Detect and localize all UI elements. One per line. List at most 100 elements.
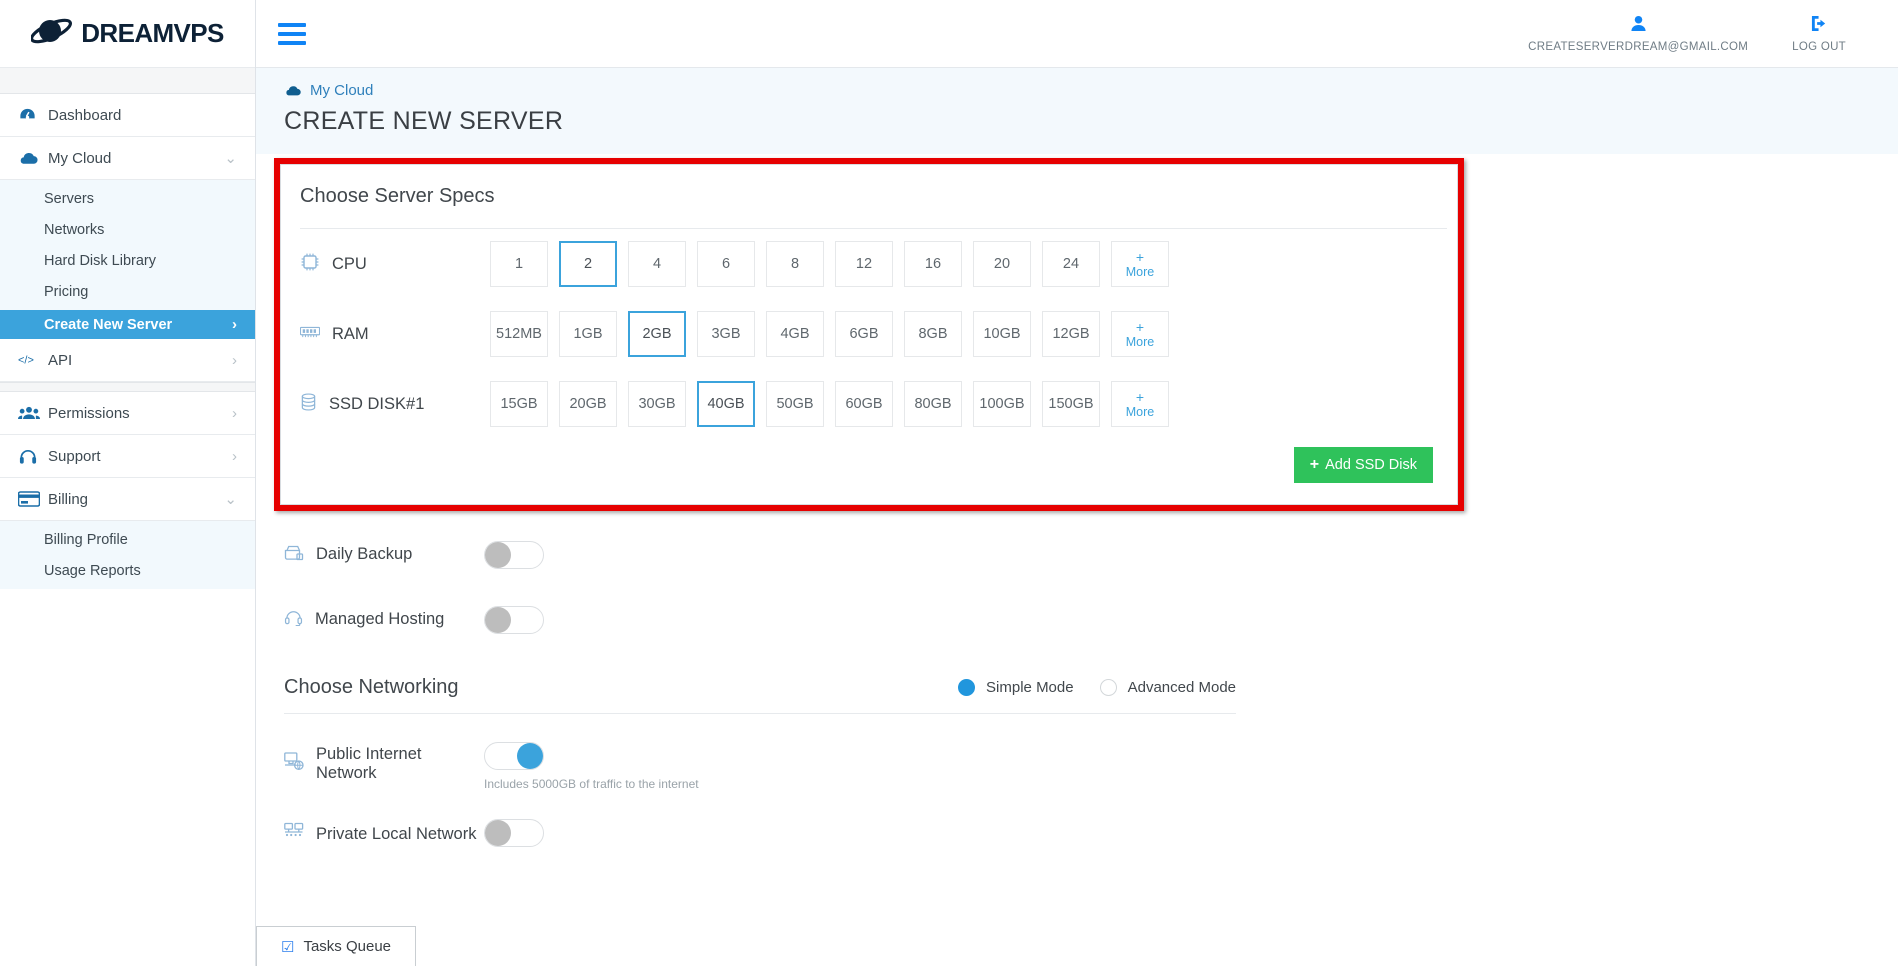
sidebar-sub-label: Create New Server — [44, 316, 173, 333]
daily-backup-label: Daily Backup — [316, 545, 413, 563]
managed-hosting-label: Managed Hosting — [315, 610, 445, 628]
ssd-option[interactable]: 15GB — [490, 381, 548, 427]
public-internet-network-row: Public Internet Network Includes 5000GB … — [284, 742, 1484, 791]
ssd-option-selected[interactable]: 40GB — [697, 381, 755, 427]
sidebar-item-permissions[interactable]: Permissions › — [0, 392, 255, 435]
spec-label-ram: RAM — [332, 324, 369, 343]
sidebar-item-networks[interactable]: Networks — [0, 217, 255, 242]
planet-logo-icon — [30, 14, 75, 53]
radio-dot-icon — [1099, 679, 1117, 696]
sidebar-item-create-new-server[interactable]: Create New Server › — [0, 310, 255, 339]
sidebar-item-support[interactable]: Support › — [0, 435, 255, 478]
cpu-option[interactable]: 4 — [628, 241, 686, 287]
chevron-down-icon: ⌄ — [224, 150, 237, 167]
public-network-icon — [284, 752, 304, 776]
sidebar-sub-label: Pricing — [44, 283, 89, 300]
cpu-option[interactable]: 20 — [973, 241, 1031, 287]
cpu-option[interactable]: 24 — [1042, 241, 1100, 287]
sidebar-item-servers[interactable]: Servers — [0, 186, 255, 211]
private-network-label: Private Local Network — [316, 824, 477, 843]
radio-simple-mode[interactable]: Simple Mode — [958, 679, 1074, 696]
ssd-option[interactable]: 150GB — [1042, 381, 1100, 427]
plus-icon: + — [1135, 318, 1145, 335]
svg-text:</>: </> — [18, 355, 34, 367]
sidebar-item-pricing[interactable]: Pricing — [0, 279, 255, 304]
sidebar-item-api[interactable]: </> API › — [0, 339, 255, 382]
sidebar-item-usage-reports[interactable]: Usage Reports — [0, 558, 255, 583]
ram-option[interactable]: 1GB — [559, 311, 617, 357]
ram-options: 512MB 1GB 2GB 3GB 4GB 6GB 8GB 10GB 12GB … — [490, 311, 1169, 357]
chevron-right-icon: › — [232, 316, 237, 333]
more-label: More — [1125, 264, 1155, 279]
spec-row-ram: RAM 512MB 1GB 2GB 3GB 4GB 6GB 8GB 10GB 1… — [281, 299, 1457, 369]
spec-row-ssd-disk: SSD DISK#1 15GB 20GB 30GB 40GB 50GB 60GB… — [281, 369, 1457, 439]
sidebar-divider — [0, 382, 255, 392]
ram-option[interactable]: 4GB — [766, 311, 824, 357]
sidebar-sub-label: Billing Profile — [44, 531, 128, 548]
breadcrumb-label: My Cloud — [310, 82, 374, 99]
ram-option[interactable]: 10GB — [973, 311, 1031, 357]
choose-networking-header: Choose Networking Simple Mode Advanced M… — [284, 676, 1236, 714]
add-ssd-disk-label: Add SSD Disk — [1325, 457, 1417, 473]
sidebar-item-billing[interactable]: Billing ⌄ — [0, 478, 255, 521]
logout-icon — [1810, 15, 1829, 37]
ram-option[interactable]: 12GB — [1042, 311, 1100, 357]
sidebar-top-spacer — [0, 68, 255, 94]
sidebar-sub-label: Servers — [44, 190, 94, 207]
cpu-option[interactable]: 16 — [904, 241, 962, 287]
sidebar-item-my-cloud[interactable]: My Cloud ⌄ — [0, 137, 255, 180]
ssd-option[interactable]: 30GB — [628, 381, 686, 427]
networking-title: Choose Networking — [284, 676, 459, 698]
ssd-option[interactable]: 20GB — [559, 381, 617, 427]
spec-label-ssd: SSD DISK#1 — [329, 394, 425, 413]
headset-icon — [284, 608, 303, 631]
add-ssd-disk-button[interactable]: + Add SSD Disk — [1293, 447, 1433, 483]
ssd-option[interactable]: 50GB — [766, 381, 824, 427]
ssd-option[interactable]: 80GB — [904, 381, 962, 427]
cpu-option[interactable]: 8 — [766, 241, 824, 287]
ram-option[interactable]: 6GB — [835, 311, 893, 357]
chevron-right-icon: › — [232, 404, 237, 422]
sidebar-item-label: My Cloud — [48, 149, 112, 167]
sidebar-sub-label: Hard Disk Library — [44, 252, 156, 269]
ssd-option[interactable]: 60GB — [835, 381, 893, 427]
ram-more-button[interactable]: + More — [1111, 311, 1169, 357]
radio-advanced-mode[interactable]: Advanced Mode — [1099, 679, 1236, 696]
sidebar-item-billing-profile[interactable]: Billing Profile — [0, 527, 255, 552]
ram-option-selected[interactable]: 2GB — [628, 311, 686, 357]
ram-option[interactable]: 3GB — [697, 311, 755, 357]
cpu-options: 1 2 4 6 8 12 16 20 24 + More — [490, 241, 1169, 287]
spec-row-cpu: CPU 1 2 4 6 8 12 16 20 24 + More — [281, 229, 1457, 299]
ssd-option[interactable]: 100GB — [973, 381, 1031, 427]
public-network-note: Includes 5000GB of traffic to the intern… — [484, 777, 699, 791]
tasks-queue-bar[interactable]: ☑ Tasks Queue — [256, 926, 416, 966]
managed-hosting-toggle[interactable] — [484, 605, 544, 634]
radio-label: Advanced Mode — [1127, 679, 1236, 696]
logout-button[interactable]: LOG OUT — [1770, 15, 1868, 53]
public-network-toggle[interactable] — [484, 742, 544, 770]
below-specs-section: Daily Backup Managed Hosting Choose Netw… — [284, 522, 1484, 847]
hamburger-menu-icon[interactable] — [278, 22, 306, 45]
ram-option[interactable]: 512MB — [490, 311, 548, 357]
brand-logo[interactable]: DREAMVPS — [0, 0, 255, 68]
plus-icon: + — [1135, 248, 1145, 265]
cpu-more-button[interactable]: + More — [1111, 241, 1169, 287]
specs-card-title: Choose Server Specs — [300, 185, 495, 207]
chevron-right-icon: › — [232, 447, 237, 465]
breadcrumb[interactable]: My Cloud — [284, 82, 1898, 99]
top-bar: CREATESERVERDREAM@GMAIL.COM LOG OUT — [256, 0, 1898, 68]
daily-backup-toggle[interactable] — [484, 540, 544, 569]
user-account-button[interactable]: CREATESERVERDREAM@GMAIL.COM — [1506, 15, 1770, 53]
sidebar-item-hard-disk-library[interactable]: Hard Disk Library — [0, 248, 255, 273]
cpu-option[interactable]: 12 — [835, 241, 893, 287]
ram-stick-icon — [299, 325, 321, 344]
ssd-more-button[interactable]: + More — [1111, 381, 1169, 427]
ram-option[interactable]: 8GB — [904, 311, 962, 357]
users-icon — [18, 405, 48, 421]
sidebar-item-dashboard[interactable]: Dashboard — [0, 94, 255, 137]
cpu-option[interactable]: 1 — [490, 241, 548, 287]
private-network-toggle[interactable] — [484, 819, 544, 847]
cpu-option[interactable]: 6 — [697, 241, 755, 287]
cpu-option-selected[interactable]: 2 — [559, 241, 617, 287]
private-local-network-row: Private Local Network — [284, 819, 1484, 847]
